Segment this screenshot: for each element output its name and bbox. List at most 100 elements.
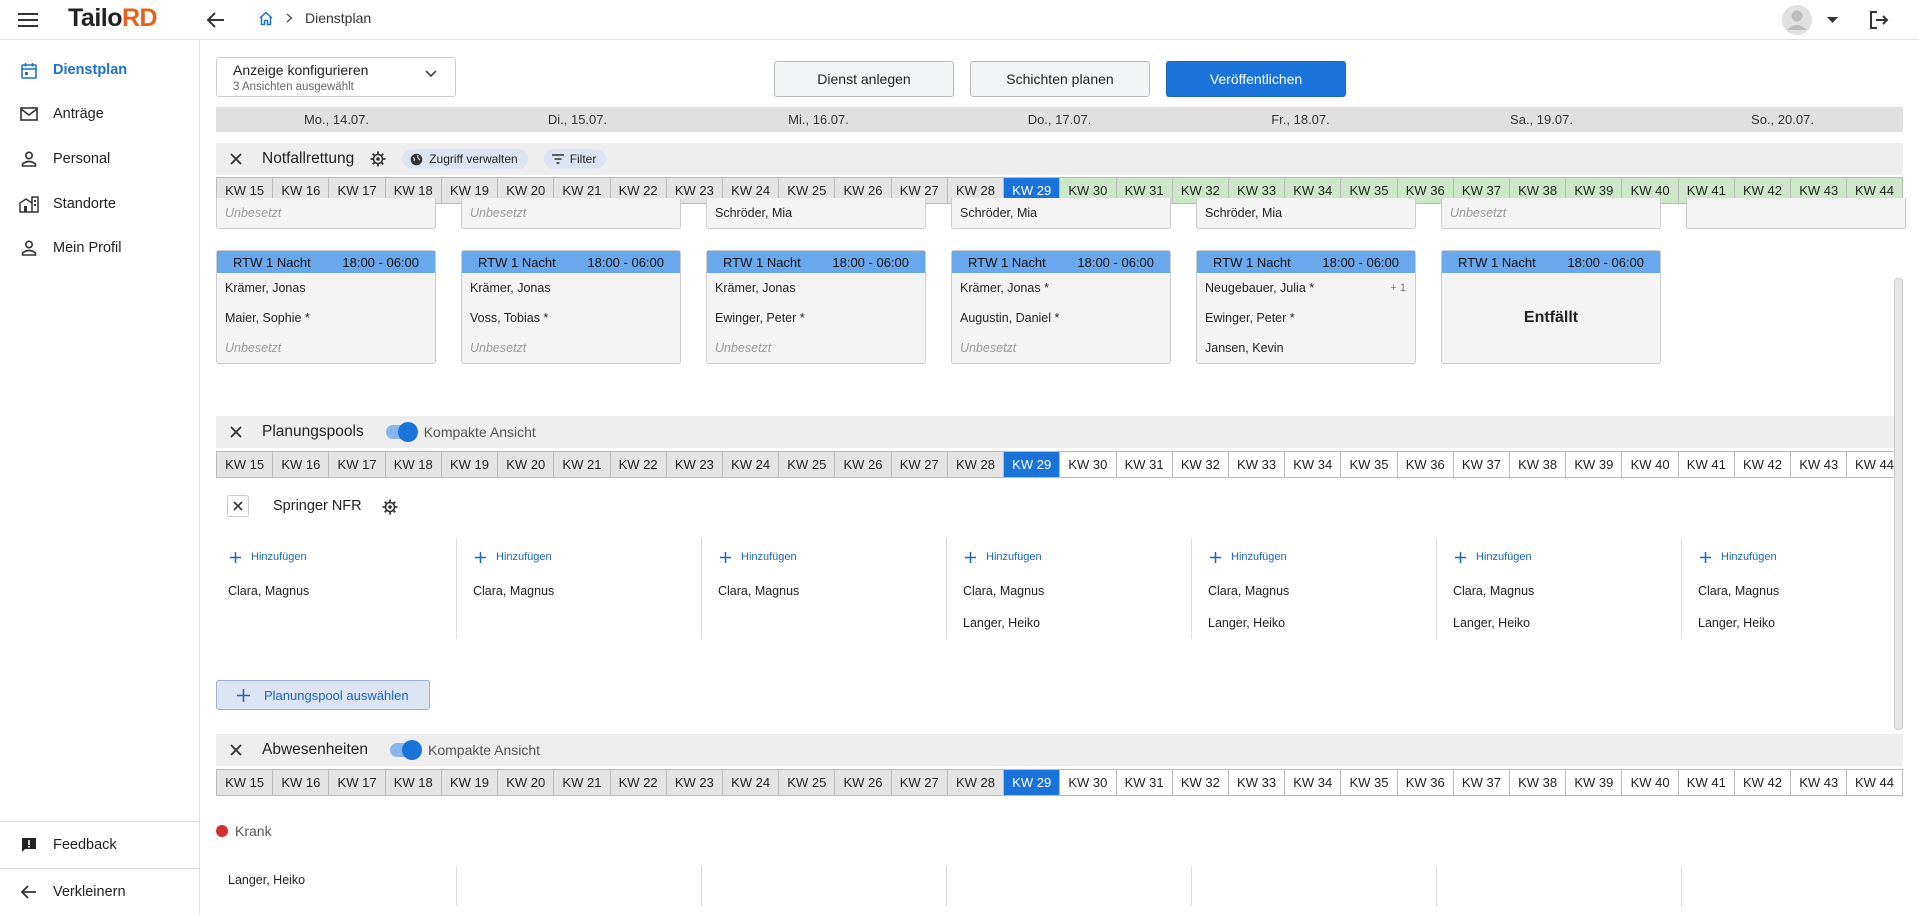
shift-card-partial[interactable]: Unbesetzt	[216, 198, 436, 229]
pool-member[interactable]: Langer, Heiko	[1208, 616, 1285, 630]
week-tab[interactable]: KW 42	[1733, 770, 1791, 795]
add-to-pool-button[interactable]: Hinzufügen	[475, 551, 552, 563]
shift-row[interactable]: Unbesetzt	[1442, 198, 1660, 228]
week-tab[interactable]: KW 18	[384, 770, 441, 795]
week-tab[interactable]: KW 35	[1340, 452, 1397, 477]
pool-member[interactable]: Clara, Magnus	[1698, 584, 1779, 598]
week-tab[interactable]: KW 19	[440, 770, 498, 795]
week-tab[interactable]: KW 42	[1733, 452, 1791, 477]
week-tab[interactable]: KW 34	[1284, 770, 1341, 795]
pool-member[interactable]: Clara, Magnus	[963, 584, 1044, 598]
shift-row[interactable]: Voss, Tobias *	[462, 303, 680, 333]
shift-card[interactable]: RTW 1 Nacht 18:00 - 06:00 Neugebauer, Jul…	[1196, 250, 1416, 364]
shift-card-partial[interactable]	[1686, 198, 1906, 229]
week-tab[interactable]: KW 38	[1509, 770, 1566, 795]
shift-row[interactable]: Jansen, Kevin	[1197, 333, 1415, 363]
week-tab[interactable]: KW 36	[1396, 770, 1453, 795]
shift-card-partial[interactable]: Schröder, Mia	[951, 198, 1171, 229]
add-to-pool-button[interactable]: Hinzufügen	[1210, 551, 1287, 563]
sidebar-item-dienstplan[interactable]: Dienstplan	[0, 48, 199, 92]
pool-member[interactable]: Clara, Magnus	[718, 584, 799, 598]
pool-member[interactable]: Clara, Magnus	[1453, 584, 1534, 598]
week-tab[interactable]: KW 40	[1621, 770, 1678, 795]
chevron-down-icon[interactable]	[1822, 12, 1842, 28]
absence-entry[interactable]: Langer, Heiko	[228, 873, 305, 887]
week-tab[interactable]: KW 15	[216, 452, 273, 477]
shift-row[interactable]: Schröder, Mia	[707, 198, 925, 228]
week-tab[interactable]: KW 24	[721, 452, 779, 477]
shift-row[interactable]: Unbesetzt	[217, 198, 435, 228]
week-tab[interactable]: KW 23	[665, 452, 722, 477]
shift-card-partial[interactable]: Unbesetzt	[1441, 198, 1661, 229]
week-tab[interactable]: KW 17	[328, 770, 385, 795]
week-tab[interactable]: KW 43	[1790, 770, 1847, 795]
sidebar-item-antraege[interactable]: Anträge	[0, 92, 199, 136]
week-tab[interactable]: KW 16	[272, 770, 329, 795]
menu-icon[interactable]	[16, 8, 40, 32]
week-tab[interactable]: KW 16	[272, 452, 329, 477]
week-tab[interactable]: KW 25	[778, 770, 835, 795]
pool-member[interactable]: Clara, Magnus	[228, 584, 309, 598]
shift-row[interactable]: Krämer, Jonas	[217, 273, 435, 303]
week-tab[interactable]: KW 26	[834, 770, 891, 795]
add-to-pool-button[interactable]: Hinzufügen	[720, 551, 797, 563]
shift-row[interactable]: Schröder, Mia	[1197, 198, 1415, 228]
week-tab[interactable]: KW 26	[834, 452, 891, 477]
app-logo[interactable]: TailoRD	[68, 4, 158, 33]
sidebar-item-mein-profil[interactable]: Mein Profil	[0, 226, 199, 270]
gear-icon[interactable]	[382, 499, 398, 515]
scrollbar[interactable]	[1894, 278, 1903, 730]
filter-chip[interactable]: Filter	[543, 149, 607, 169]
week-tab[interactable]: KW 37	[1452, 770, 1510, 795]
week-tab[interactable]: KW 37	[1452, 452, 1510, 477]
home-icon[interactable]	[258, 10, 274, 26]
compact-view-toggle[interactable]	[390, 740, 422, 760]
week-tab[interactable]: KW 34	[1284, 452, 1341, 477]
select-pool-button[interactable]: Planungspool auswählen	[216, 680, 430, 710]
shift-card[interactable]: RTW 1 Nacht 18:00 - 06:00 Krämer, Jonas V…	[461, 250, 681, 364]
shift-card[interactable]: RTW 1 Nacht 18:00 - 06:00 Krämer, Jonas M…	[216, 250, 436, 364]
week-tab[interactable]: KW 27	[890, 770, 947, 795]
week-tab[interactable]: KW 36	[1396, 452, 1453, 477]
week-tab[interactable]: KW 18	[384, 452, 441, 477]
pool-member[interactable]: Langer, Heiko	[963, 616, 1040, 630]
shift-card-partial[interactable]: Unbesetzt	[461, 198, 681, 229]
close-icon[interactable]	[226, 422, 246, 442]
sidebar-item-feedback[interactable]: Feedback	[0, 823, 199, 867]
sidebar-collapse[interactable]: Verkleinern	[0, 870, 199, 914]
plan-shifts-button[interactable]: Schichten planen	[970, 61, 1150, 97]
shift-card-cancelled[interactable]: RTW 1 Nacht 18:00 - 06:00 Entfällt	[1441, 250, 1661, 364]
add-to-pool-button[interactable]: Hinzufügen	[230, 551, 307, 563]
shift-card[interactable]: RTW 1 Nacht 18:00 - 06:00 Krämer, Jonas E…	[706, 250, 926, 364]
week-tab[interactable]: KW 30	[1059, 452, 1116, 477]
add-to-pool-button[interactable]: Hinzufügen	[1700, 551, 1777, 563]
shift-row[interactable]: Unbesetzt	[952, 333, 1170, 363]
shift-row[interactable]: Unbesetzt	[217, 333, 435, 363]
shift-card[interactable]: RTW 1 Nacht 18:00 - 06:00 Krämer, Jonas *…	[951, 250, 1171, 364]
shift-row[interactable]: Unbesetzt	[707, 333, 925, 363]
close-icon[interactable]	[226, 740, 246, 760]
extra-count-badge[interactable]: + 1	[1390, 273, 1406, 303]
pool-member[interactable]: Langer, Heiko	[1453, 616, 1530, 630]
shift-row[interactable]: Augustin, Daniel *	[952, 303, 1170, 333]
week-tab[interactable]: KW 21	[553, 770, 610, 795]
sidebar-item-standorte[interactable]: Standorte	[0, 182, 199, 226]
week-tab[interactable]: KW 31	[1115, 452, 1172, 477]
week-tab[interactable]: KW 40	[1621, 452, 1678, 477]
week-tab[interactable]: KW 38	[1509, 452, 1566, 477]
week-tab[interactable]: KW 20	[497, 452, 554, 477]
close-icon[interactable]	[226, 149, 246, 169]
week-tab[interactable]: KW 35	[1340, 770, 1397, 795]
compact-view-toggle[interactable]	[385, 422, 418, 442]
shift-row[interactable]: Unbesetzt	[462, 333, 680, 363]
pool-member[interactable]: Clara, Magnus	[473, 584, 554, 598]
week-tab[interactable]: KW 41	[1677, 452, 1734, 477]
week-tab[interactable]: KW 39	[1565, 452, 1622, 477]
gear-icon[interactable]	[370, 151, 386, 167]
week-tab[interactable]: KW 27	[890, 452, 947, 477]
avatar[interactable]	[1782, 5, 1812, 35]
week-tab[interactable]: KW 33	[1227, 452, 1285, 477]
logout-icon[interactable]	[1866, 8, 1892, 32]
close-pool-button[interactable]	[227, 495, 249, 517]
week-tab[interactable]: KW 20	[497, 770, 554, 795]
